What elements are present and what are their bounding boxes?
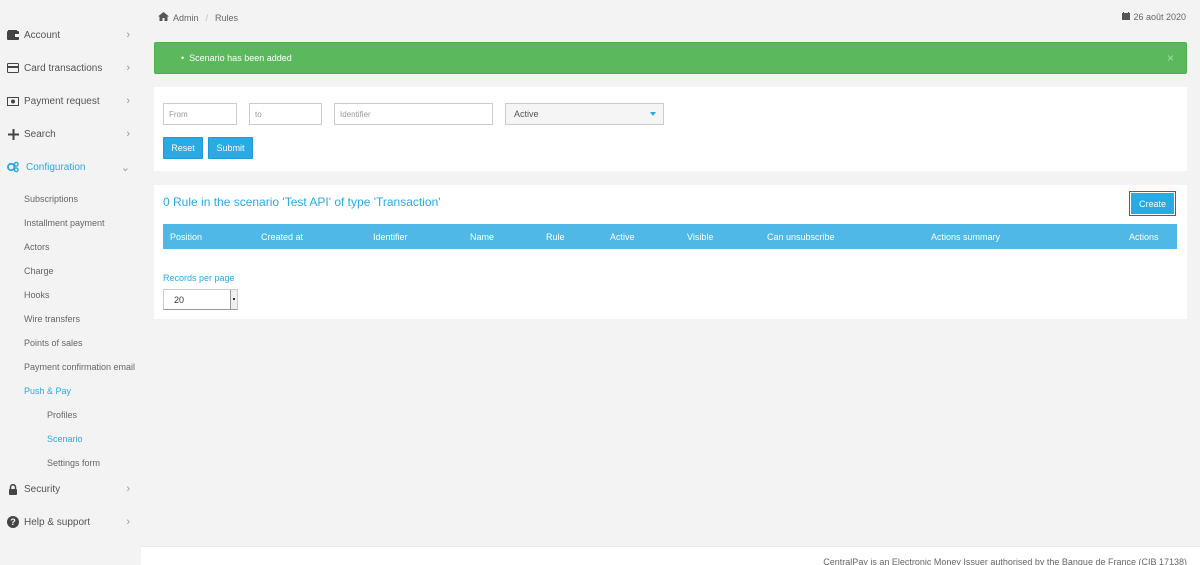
- sidebar-subitem-subscriptions[interactable]: Subscriptions: [24, 194, 78, 204]
- rules-panel: 0 Rule in the scenario 'Test API' of typ…: [154, 185, 1187, 319]
- from-date-input[interactable]: From: [163, 103, 237, 125]
- credit-card-icon: [7, 62, 19, 74]
- chevron-right-icon: ›: [126, 483, 130, 495]
- create-button[interactable]: Create: [1129, 191, 1176, 216]
- sidebar-item-label: Security: [24, 483, 61, 495]
- wallet-icon: [7, 29, 19, 41]
- to-date-input[interactable]: to: [249, 103, 322, 125]
- sidebar-item-payment-request[interactable]: Payment request ›: [0, 89, 141, 113]
- sidebar-item-label: Search: [24, 128, 56, 140]
- chevron-right-icon: ›: [126, 95, 130, 107]
- submit-button[interactable]: Submit: [208, 137, 253, 159]
- sidebar-subsubitem-profiles[interactable]: Profiles: [47, 410, 77, 420]
- filter-panel: From to Identifier Active Reset Submit: [154, 87, 1187, 171]
- records-per-page-value: 20: [174, 294, 185, 305]
- column-header-actions[interactable]: Actions: [1129, 224, 1159, 249]
- footer-text: CentralPay is an Electronic Money Issuer…: [823, 557, 1187, 565]
- home-icon: [158, 12, 169, 23]
- sidebar: Account › Card transactions › Payment re…: [0, 0, 141, 565]
- chevron-right-icon: ›: [126, 128, 130, 140]
- sidebar-item-search[interactable]: Search ›: [0, 122, 141, 146]
- column-header-visible[interactable]: Visible: [687, 224, 713, 249]
- sidebar-item-configuration[interactable]: Configuration ⌄: [0, 155, 141, 179]
- sidebar-subitem-installment-payment[interactable]: Installment payment: [24, 218, 105, 228]
- rules-table-header: Position Created at Identifier Name Rule…: [163, 224, 1177, 249]
- success-alert: Scenario has been added ×: [154, 42, 1187, 74]
- reset-button[interactable]: Reset: [163, 137, 203, 159]
- create-button-label: Create: [1131, 193, 1174, 214]
- sidebar-subitem-charge[interactable]: Charge: [24, 266, 54, 276]
- sidebar-item-help-support[interactable]: ? Help & support ›: [0, 510, 141, 534]
- sidebar-subitem-push-pay[interactable]: Push & Pay: [24, 386, 71, 396]
- column-header-name[interactable]: Name: [470, 224, 494, 249]
- plus-icon: [7, 128, 19, 140]
- column-header-position[interactable]: Position: [170, 224, 202, 249]
- spinner-icon[interactable]: [230, 290, 237, 309]
- sidebar-item-label: Account: [24, 29, 61, 41]
- column-header-rule[interactable]: Rule: [546, 224, 565, 249]
- current-date: 26 août 2020: [1122, 12, 1186, 22]
- lock-icon: [7, 483, 19, 495]
- sidebar-item-security[interactable]: Security ›: [0, 477, 141, 501]
- chevron-right-icon: ›: [126, 29, 130, 41]
- sidebar-item-account[interactable]: Account ›: [0, 23, 141, 47]
- sidebar-item-card-transactions[interactable]: Card transactions ›: [0, 56, 141, 80]
- calendar-icon: [1122, 12, 1131, 22]
- breadcrumb: Admin / Rules: [158, 12, 238, 23]
- cogs-icon: [7, 161, 19, 173]
- sidebar-item-label: Help & support: [24, 516, 91, 528]
- money-bill-icon: [7, 95, 19, 107]
- records-per-page-select[interactable]: 20: [163, 289, 238, 310]
- close-icon[interactable]: ×: [1167, 51, 1174, 65]
- breadcrumb-home-link[interactable]: Admin: [173, 13, 199, 23]
- chevron-right-icon: ›: [126, 516, 130, 528]
- column-header-can-unsubscribe[interactable]: Can unsubscribe: [767, 224, 835, 249]
- sidebar-subitem-hooks[interactable]: Hooks: [24, 290, 50, 300]
- chevron-right-icon: ›: [126, 62, 130, 74]
- footer: CentralPay is an Electronic Money Issuer…: [141, 546, 1200, 565]
- sidebar-subitem-actors[interactable]: Actors: [24, 242, 50, 252]
- sidebar-subitem-payment-confirmation-email[interactable]: Payment confirmation email: [24, 362, 135, 372]
- date-text: 26 août 2020: [1133, 12, 1186, 22]
- sidebar-subitem-wire-transfers[interactable]: Wire transfers: [24, 314, 80, 324]
- sidebar-item-label: Payment request: [24, 95, 100, 107]
- records-per-page-label: Records per page: [163, 273, 235, 283]
- sidebar-item-label: Card transactions: [24, 62, 103, 74]
- rules-title: 0 Rule in the scenario 'Test API' of typ…: [163, 195, 441, 209]
- sidebar-subsubitem-scenario[interactable]: Scenario: [47, 434, 83, 444]
- breadcrumb-current: Rules: [215, 12, 239, 23]
- question-circle-icon: ?: [7, 516, 19, 528]
- column-header-active[interactable]: Active: [610, 224, 635, 249]
- breadcrumb-separator: /: [205, 12, 209, 23]
- alert-message: Scenario has been added: [181, 53, 292, 63]
- status-select[interactable]: Active: [505, 103, 664, 125]
- sidebar-item-label: Configuration: [26, 161, 86, 173]
- chevron-down-icon: ⌄: [120, 161, 130, 174]
- column-header-created-at[interactable]: Created at: [261, 224, 303, 249]
- status-select-value: Active: [514, 109, 539, 119]
- identifier-input[interactable]: Identifier: [334, 103, 493, 125]
- svg-text:?: ?: [10, 517, 16, 527]
- sidebar-subitem-points-of-sales[interactable]: Points of sales: [24, 338, 83, 348]
- column-header-identifier[interactable]: Identifier: [373, 224, 408, 249]
- caret-down-icon: [650, 112, 656, 116]
- column-header-actions-summary[interactable]: Actions summary: [931, 224, 1000, 249]
- sidebar-subsubitem-settings-form[interactable]: Settings form: [47, 458, 100, 468]
